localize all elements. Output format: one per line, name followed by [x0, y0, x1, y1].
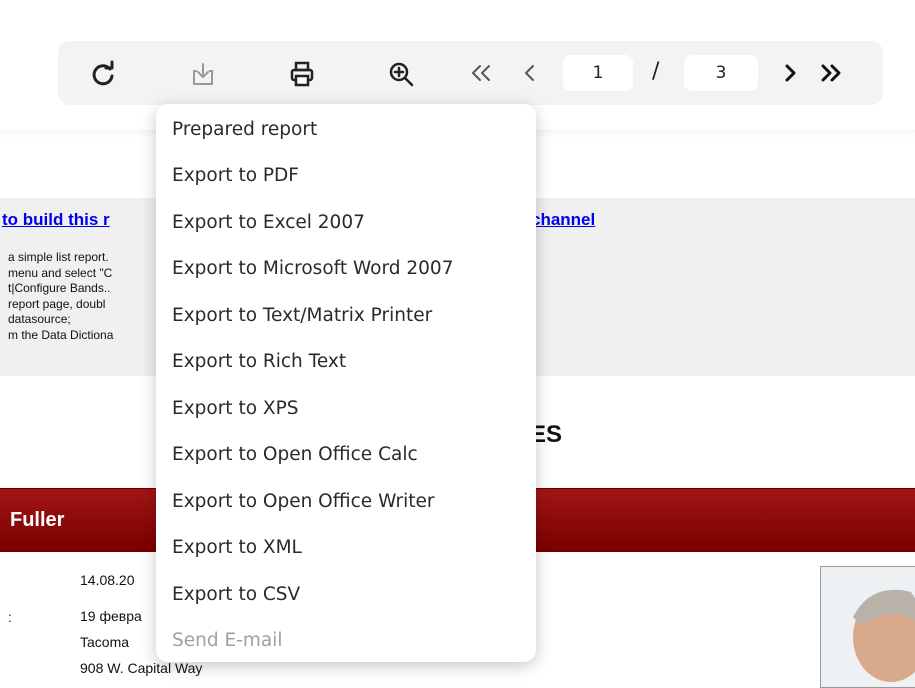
- first-page-icon[interactable]: [466, 57, 496, 89]
- export-icon[interactable]: [186, 57, 220, 91]
- print-icon[interactable]: [285, 57, 319, 91]
- zoom-in-icon[interactable]: [384, 57, 418, 91]
- menu-item-export-rich-text[interactable]: Export to Rich Text: [156, 338, 536, 384]
- menu-item-export-xps[interactable]: Export to XPS: [156, 385, 536, 431]
- employee-hire-date: 14.08.20: [80, 572, 135, 588]
- export-menu: Prepared report Export to PDF Export to …: [156, 104, 536, 662]
- viewer-toolbar: 1 / 3: [58, 41, 883, 105]
- menu-item-export-pdf[interactable]: Export to PDF: [156, 152, 536, 198]
- report-link-right[interactable]: channel: [531, 210, 595, 230]
- last-page-icon[interactable]: [816, 57, 846, 89]
- refresh-icon[interactable]: [86, 57, 120, 91]
- employee-birth-date: 19 февра: [80, 608, 142, 624]
- menu-item-export-writer[interactable]: Export to Open Office Writer: [156, 478, 536, 524]
- current-page-input[interactable]: 1: [563, 55, 633, 91]
- menu-item-export-excel[interactable]: Export to Excel 2007: [156, 199, 536, 245]
- menu-item-export-word[interactable]: Export to Microsoft Word 2007: [156, 245, 536, 291]
- employee-city: Tacoma: [80, 634, 130, 650]
- previous-page-icon[interactable]: [520, 57, 540, 89]
- employee-photo: [820, 566, 915, 688]
- total-pages: 3: [684, 55, 758, 91]
- page-separator: /: [652, 59, 660, 84]
- menu-item-prepared-report[interactable]: Prepared report: [156, 106, 536, 152]
- field-label-colon: :: [8, 609, 12, 625]
- employee-name: Fuller: [10, 509, 65, 531]
- next-page-icon[interactable]: [780, 57, 800, 89]
- instructions-text: a simple list report. menu and select "C…: [8, 250, 114, 342]
- report-link-left[interactable]: to build this r: [2, 210, 110, 230]
- menu-item-send-email: Send E-mail: [172, 629, 283, 651]
- menu-item-export-csv[interactable]: Export to CSV: [156, 571, 536, 617]
- menu-item-export-calc[interactable]: Export to Open Office Calc: [156, 431, 536, 477]
- menu-item-export-text[interactable]: Export to Text/Matrix Printer: [156, 292, 536, 338]
- menu-item-export-xml[interactable]: Export to XML: [156, 524, 536, 570]
